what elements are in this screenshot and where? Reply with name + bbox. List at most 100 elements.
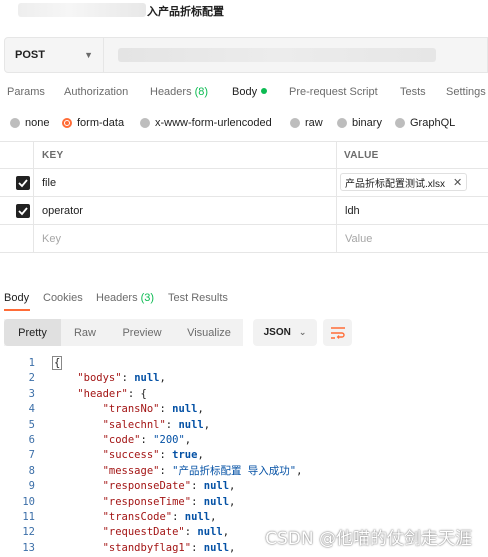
checkbox-checked-icon[interactable] — [16, 176, 30, 190]
code-line: 4 "transNo": null, — [0, 402, 488, 417]
code-text: "transCode": null, — [102, 510, 217, 523]
code-text: "code": "200", — [102, 433, 192, 446]
format-label: JSON — [263, 327, 291, 338]
code-line: 10 "responseTime": null, — [0, 495, 488, 510]
resp-tab-body[interactable]: Body — [4, 292, 29, 304]
radio-form-data[interactable]: form-data — [62, 117, 124, 129]
row-key[interactable]: operator — [42, 205, 83, 217]
active-tab-underline — [4, 309, 30, 311]
tab-params[interactable]: Params — [7, 86, 45, 98]
method-select[interactable]: POST ▼ — [4, 37, 104, 73]
view-preview[interactable]: Preview — [109, 319, 175, 346]
chevron-down-icon: ▼ — [84, 50, 93, 60]
file-chip[interactable]: 产品折标配置测试.xlsx ✕ — [340, 173, 468, 191]
line-number: 3 — [28, 387, 35, 400]
radio-binary[interactable]: binary — [337, 117, 382, 129]
method-label: POST — [15, 49, 45, 61]
table-row: operator ldh — [0, 197, 488, 225]
checkbox-checked-icon[interactable] — [16, 204, 30, 218]
key-column-header: KEY — [42, 150, 64, 161]
code-text: "bodys": null, — [77, 372, 166, 385]
radio-icon — [10, 118, 20, 128]
view-mode-segmented: Pretty Raw Preview Visualize — [4, 319, 243, 346]
wrap-lines-button[interactable] — [323, 319, 352, 346]
code-text: "salechnl": null, — [102, 418, 211, 431]
row-key[interactable]: file — [42, 177, 56, 189]
form-data-table: KEY VALUE file 产品折标配置测试.xlsx ✕ operator l… — [0, 141, 488, 253]
line-number: 9 — [28, 480, 35, 493]
line-number: 12 — [22, 526, 35, 539]
resp-headers-count: (3) — [140, 292, 155, 304]
close-icon[interactable]: ✕ — [453, 176, 462, 189]
file-name: 产品折标配置测试.xlsx — [345, 178, 445, 190]
code-text: "message": "产品折标配置 导入成功", — [102, 464, 303, 477]
new-value-input[interactable]: Value — [345, 233, 372, 245]
wrap-lines-icon — [330, 326, 345, 339]
line-number: 6 — [28, 433, 35, 446]
code-line: 9 "responseDate": null, — [0, 479, 488, 494]
tab-pre-request-script[interactable]: Pre-request Script — [289, 86, 378, 98]
code-text: "responseTime": null, — [102, 495, 236, 508]
redacted-url — [118, 48, 436, 62]
radio-icon — [290, 118, 300, 128]
view-visualize[interactable]: Visualize — [175, 319, 243, 346]
line-number: 8 — [28, 464, 35, 477]
code-text: "header": { — [77, 387, 147, 400]
view-raw[interactable]: Raw — [61, 319, 109, 346]
line-number: 7 — [28, 449, 35, 462]
line-number: 4 — [28, 403, 35, 416]
radio-urlencoded[interactable]: x-www-form-urlencoded — [140, 117, 272, 129]
code-line: 8 "message": "产品折标配置 导入成功", — [0, 464, 488, 479]
row-value[interactable]: ldh — [345, 205, 360, 217]
url-bar: POST ▼ — [4, 37, 488, 73]
radio-icon — [395, 118, 405, 128]
code-text: "requestDate": null, — [102, 526, 230, 539]
tab-settings[interactable]: Settings — [446, 86, 486, 98]
tab-tests[interactable]: Tests — [400, 86, 426, 98]
body-type-options: none form-data x-www-form-urlencoded raw… — [0, 114, 488, 134]
radio-icon — [337, 118, 347, 128]
resp-tab-test-results[interactable]: Test Results — [168, 292, 228, 304]
request-title: 入产品折标配置 — [147, 6, 224, 18]
line-number: 11 — [22, 510, 35, 523]
code-text: "transNo": null, — [102, 403, 204, 416]
radio-graphql[interactable]: GraphQL — [395, 117, 455, 129]
code-line: 11 "transCode": null, — [0, 510, 488, 525]
table-row: file 产品折标配置测试.xlsx ✕ — [0, 169, 488, 197]
radio-icon — [140, 118, 150, 128]
radio-none[interactable]: none — [10, 117, 49, 129]
request-title-bar: 入产品折标配置 — [0, 0, 488, 24]
response-view-bar: Pretty Raw Preview Visualize JSON ⌄ — [4, 319, 352, 347]
radio-raw[interactable]: raw — [290, 117, 323, 129]
line-number: 2 — [28, 372, 35, 385]
watermark-text: CSDN @他喵的仗剑走天涯 — [265, 529, 472, 549]
redacted-title-prefix — [18, 3, 146, 17]
code-text: { — [52, 356, 63, 370]
resp-tab-cookies[interactable]: Cookies — [43, 292, 83, 304]
line-number: 13 — [22, 541, 35, 554]
view-pretty[interactable]: Pretty — [4, 319, 61, 346]
code-text: "responseDate": null, — [102, 480, 236, 493]
table-header-row: KEY VALUE — [0, 142, 488, 169]
new-key-input[interactable]: Key — [42, 233, 61, 245]
chevron-down-icon: ⌄ — [298, 327, 307, 337]
table-row-empty: Key Value — [0, 225, 488, 253]
tab-body[interactable]: Body — [232, 86, 268, 98]
line-number: 5 — [28, 418, 35, 431]
format-select[interactable]: JSON ⌄ — [253, 319, 317, 346]
headers-count: (8) — [194, 86, 209, 98]
code-line: 3 "header": { — [0, 387, 488, 402]
code-line: 2 "bodys": null, — [0, 371, 488, 386]
tab-headers[interactable]: Headers (8) — [150, 86, 208, 98]
url-input[interactable] — [104, 37, 488, 73]
code-line: 7 "success": true, — [0, 448, 488, 463]
code-line: 5 "salechnl": null, — [0, 418, 488, 433]
line-number: 10 — [22, 495, 35, 508]
code-text: "success": true, — [102, 449, 204, 462]
code-text: "standbyflag1": null, — [102, 541, 236, 554]
response-tabs: Body Cookies Headers (3) Test Results — [0, 291, 488, 311]
resp-tab-headers[interactable]: Headers (3) — [96, 292, 154, 304]
body-active-dot-icon — [261, 88, 268, 94]
tab-authorization[interactable]: Authorization — [64, 86, 128, 98]
value-column-header: VALUE — [344, 150, 379, 161]
